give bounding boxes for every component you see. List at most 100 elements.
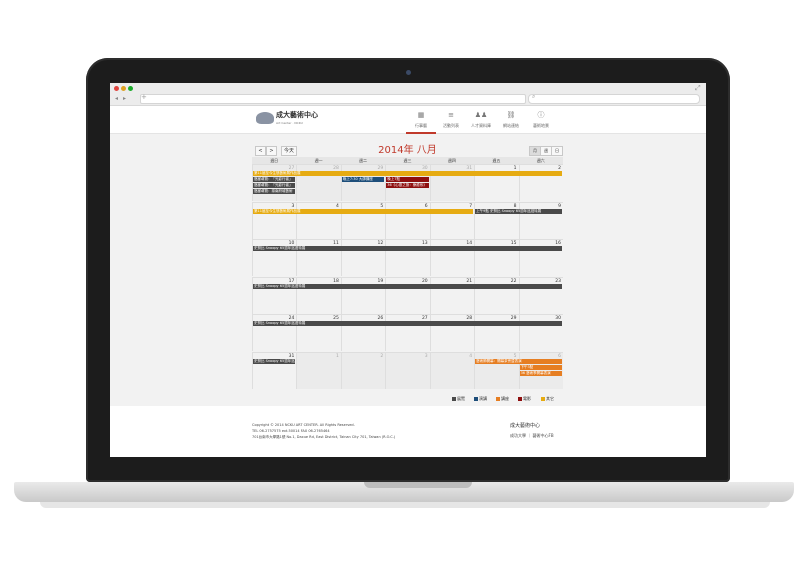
legend-item: 演講 — [474, 396, 487, 401]
calendar-event[interactable]: 晚上7:30 大師講座 — [341, 177, 385, 182]
calendar-event[interactable]: 第11屆至今生態藝術展作品展 — [253, 171, 562, 176]
calendar-icon: ▦ — [417, 111, 425, 119]
nav-item-4[interactable]: ⛓ 網站連結 — [496, 108, 526, 132]
day-cell[interactable]: 3 — [252, 201, 297, 239]
zoom-dot-icon[interactable] — [128, 86, 133, 91]
day-cell[interactable]: 2 — [340, 351, 386, 389]
calendar-event[interactable]: 藝廊導覽：臺南府城藝術 — [253, 189, 296, 194]
footer-address: 701台南市大學路1號 No.1, Daxue Rd, East Distric… — [252, 435, 396, 439]
legend-swatch — [541, 396, 545, 401]
day-cell[interactable]: 31 — [252, 351, 297, 389]
day-cell[interactable]: 12 — [340, 239, 386, 276]
laptop-screen: ◂ ▸ + ⌕ ⤢ 成大藝術中心 Art Center · NCKU ▦ 行事曆 ≡… — [110, 83, 706, 457]
site-logo[interactable]: 成大藝術中心 Art Center · NCKU — [256, 110, 318, 128]
new-tab-icon[interactable]: + — [141, 93, 147, 101]
calendar-title: 2014年 八月 — [378, 145, 437, 156]
event-legend: 展覽 演講 講座 電影 其它 — [252, 396, 563, 402]
legend-item: 電影 — [518, 396, 531, 401]
calendar-event[interactable]: 藝廊導覽：「光影行者」 — [253, 177, 296, 182]
day-cell[interactable]: 6 — [385, 201, 430, 239]
day-cell[interactable]: 4 — [296, 201, 341, 239]
day-cell[interactable]: 25 — [296, 314, 341, 351]
day-cell[interactable]: 7 — [429, 201, 475, 239]
footer-links[interactable]: 成功大學 ｜ 藝術中心FB — [510, 433, 554, 439]
forward-icon[interactable]: ▸ — [123, 94, 126, 103]
day-cell[interactable]: 1 — [296, 351, 341, 389]
day-cell[interactable]: 1 — [474, 164, 519, 201]
calendar-event[interactable]: 史努比 Snoopy 65週年巡迴特展 — [253, 321, 562, 326]
calendar-event[interactable]: 史努比 Snoopy 65週年巡迴特展 — [253, 358, 296, 364]
nav-item-label: 行事曆 — [415, 123, 427, 128]
fullscreen-icon[interactable]: ⤢ — [695, 84, 701, 93]
back-icon[interactable]: ◂ — [115, 94, 118, 103]
weekday-label: 週三 — [403, 158, 412, 163]
weekday-label: 週二 — [359, 158, 368, 163]
calendar-week: 24 25 26 27 28 29 30 史努比 Snoopy 65週年巡迴特展 — [252, 314, 563, 351]
day-cell[interactable]: 28 — [429, 314, 475, 351]
day-cell[interactable]: 10 — [252, 239, 297, 276]
legend-label: 電影 — [523, 396, 531, 401]
day-number: 1 — [335, 353, 339, 359]
day-cell[interactable]: 31 — [429, 164, 475, 201]
url-bar[interactable] — [140, 94, 526, 104]
day-cell[interactable]: 5 — [340, 201, 386, 239]
weekday-label: 週六 — [536, 158, 545, 163]
day-cell[interactable]: 5 — [474, 351, 519, 389]
legend-label: 演講 — [479, 396, 487, 401]
calendar-week: 10 11 12 13 14 15 16 史努比 Snoopy 65週年巡迴特展 — [252, 239, 563, 276]
day-cell[interactable]: 3 — [385, 351, 430, 389]
day-cell[interactable]: 4 — [429, 351, 475, 389]
legend-swatch — [496, 396, 500, 401]
calendar-section: < > 今天 2014年 八月 月週日 週日 週一 週二 週三 週四 週五 週六 27 28 2… — [110, 134, 706, 406]
calendar-event[interactable]: 晚上7點 — [386, 177, 429, 182]
day-cell[interactable]: 22 — [474, 276, 519, 314]
calendar-event[interactable]: 藝廊導覽：「光影行者」 — [253, 183, 296, 188]
day-cell[interactable]: 19 — [340, 276, 386, 314]
day-cell[interactable]: 28 — [296, 164, 341, 201]
weekday-label: 週日 — [270, 158, 279, 163]
day-cell[interactable]: 26 — [340, 314, 386, 351]
info-icon: ⓘ — [537, 111, 545, 119]
day-cell[interactable]: 14 — [429, 239, 475, 276]
calendar-event[interactable]: 第11屆至今生態藝術展作品展 — [253, 208, 474, 214]
day-cell[interactable]: 2 — [518, 164, 563, 201]
legend-swatch — [452, 396, 456, 401]
nav-item-5[interactable]: ⓘ 藝術地景 — [526, 108, 556, 132]
day-cell[interactable]: 9 — [518, 201, 563, 239]
footer-logo: 成大藝術中心 — [510, 423, 541, 429]
calendar-week: 3 4 5 6 7 8 9 第11屆至今生態藝術展作品展 上午9點 史努比 Snoopy 65週… — [252, 201, 563, 239]
close-dot-icon[interactable] — [114, 86, 119, 91]
day-cell[interactable]: 27 — [385, 314, 430, 351]
day-cell[interactable]: 29 — [340, 164, 386, 201]
calendar-event[interactable]: 36《心靈之旅：療癒系》 — [386, 183, 429, 188]
calendar-event[interactable]: 下午3點 — [519, 364, 562, 370]
day-cell[interactable]: 18 — [296, 276, 341, 314]
day-cell[interactable]: 29 — [474, 314, 519, 351]
day-cell[interactable]: 11 — [296, 239, 341, 276]
day-cell[interactable]: 23 — [518, 276, 563, 314]
browser-search-field[interactable] — [528, 94, 700, 104]
calendar-event[interactable]: 36 藝術季開幕表演 — [519, 370, 562, 376]
day-cell[interactable]: 24 — [252, 314, 297, 351]
calendar-event[interactable]: 史努比 Snoopy 65週年巡迴特展 — [253, 283, 562, 289]
nav-item-label: 活動列表 — [443, 123, 459, 128]
day-cell[interactable]: 21 — [429, 276, 475, 314]
day-cell[interactable]: 17 — [252, 276, 297, 314]
legend-item: 其它 — [541, 396, 554, 401]
nav-item-3[interactable]: ♟♟ 人才資料庫 — [466, 108, 496, 132]
view-button-2[interactable]: 日 — [551, 146, 563, 156]
minimize-dot-icon[interactable] — [121, 86, 126, 91]
day-cell[interactable]: 20 — [385, 276, 430, 314]
calendar-event[interactable]: 上午9點 史努比 Snoopy 65週年巡迴特展 — [475, 208, 562, 214]
calendar-event[interactable]: 史努比 Snoopy 65週年巡迴特展 — [253, 246, 562, 251]
nav-item-2[interactable]: ≡ 活動列表 — [436, 108, 466, 132]
day-cell[interactable]: 30 — [518, 314, 563, 351]
site-footer: Copyright © 2014 NCKU ART CENTER. All Ri… — [252, 419, 563, 449]
nav-item-1[interactable]: ▦ 行事曆 — [406, 108, 436, 134]
day-cell[interactable]: 13 — [385, 239, 430, 276]
legend-item: 講座 — [496, 396, 509, 401]
day-cell[interactable]: 8 — [474, 201, 519, 239]
day-cell[interactable]: 16 — [518, 239, 563, 276]
day-cell[interactable]: 15 — [474, 239, 519, 276]
calendar-event[interactable]: 藝術節開幕：開幕茶會暨表演 — [475, 358, 562, 364]
